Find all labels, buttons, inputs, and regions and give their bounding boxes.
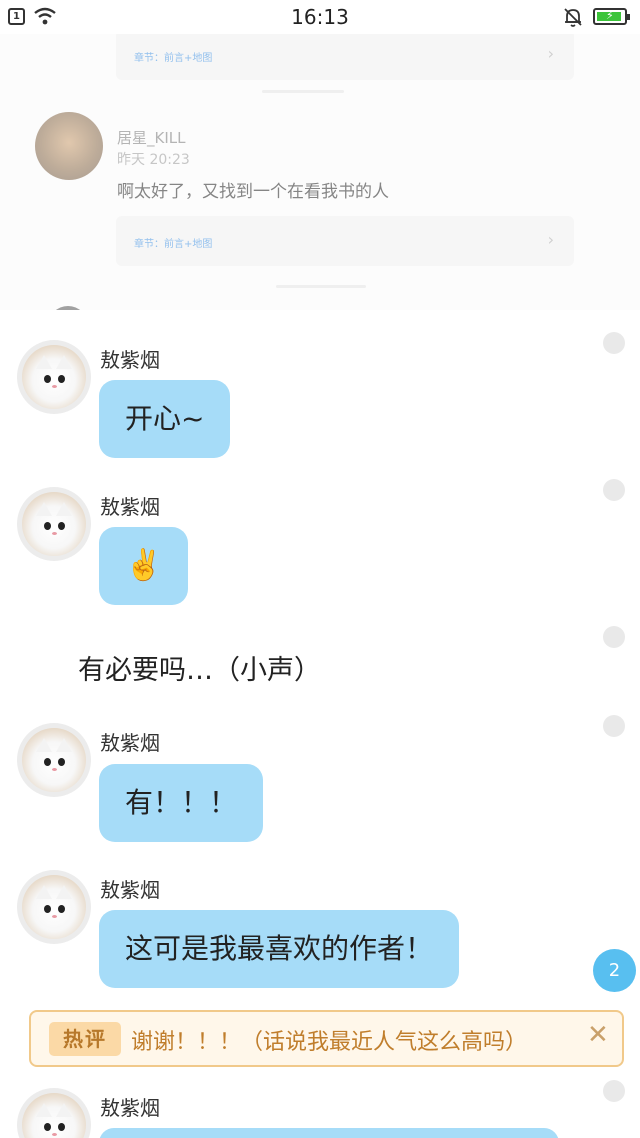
hot-comment-text: 谢谢！！！（话说我最近人气这么高吗） bbox=[131, 1030, 528, 1055]
commenter-avatar[interactable] bbox=[35, 112, 103, 180]
divider bbox=[276, 285, 366, 288]
comment-dot-button[interactable] bbox=[603, 715, 625, 737]
comment-count-badge[interactable]: 2 bbox=[593, 949, 636, 992]
chapter-link-card[interactable]: 章节：前言+地图 › bbox=[116, 216, 574, 266]
message-bubble[interactable] bbox=[99, 1128, 559, 1138]
sender-name: 敖紫烟 bbox=[100, 731, 160, 755]
message-bubble[interactable]: 开心~ bbox=[99, 380, 231, 458]
chapter-link-text: 章节：前言+地图 bbox=[134, 53, 213, 64]
book-comments-background: 章节：前言+地图 › 居星_KILL 昨天 20:23 啊太好了，又找到一个在看… bbox=[0, 30, 640, 326]
status-bar: 1 16:13 ⚡ bbox=[0, 0, 640, 34]
narration-text[interactable]: 有必要吗…（小声） bbox=[78, 648, 321, 687]
chevron-right-icon: › bbox=[547, 230, 554, 249]
avatar[interactable] bbox=[17, 487, 91, 561]
battery-charging-icon: ⚡ bbox=[593, 8, 630, 25]
divider bbox=[262, 90, 344, 93]
commenter-username: 居星_KILL bbox=[117, 129, 186, 147]
comment-dot-button[interactable] bbox=[603, 332, 625, 354]
mute-bell-icon bbox=[564, 8, 582, 27]
comment-time: 昨天 20:23 bbox=[117, 152, 190, 168]
sender-name: 敖紫烟 bbox=[100, 348, 160, 372]
sender-name: 敖紫烟 bbox=[100, 495, 160, 519]
chapter-link-text: 章节：前言+地图 bbox=[134, 239, 213, 250]
sender-name: 敖紫烟 bbox=[100, 878, 160, 902]
close-icon[interactable]: ✕ bbox=[587, 1020, 609, 1050]
comment-dot-button[interactable] bbox=[603, 626, 625, 648]
avatar[interactable] bbox=[17, 340, 91, 414]
chevron-right-icon: › bbox=[547, 44, 554, 63]
comment-text: 啊太好了，又找到一个在看我书的人 bbox=[117, 182, 389, 202]
chapter-link-card[interactable]: 章节：前言+地图 › bbox=[116, 30, 574, 80]
comment-dot-button[interactable] bbox=[603, 1080, 625, 1102]
comment-dot-button[interactable] bbox=[603, 479, 625, 501]
sender-name: 敖紫烟 bbox=[100, 1096, 160, 1120]
avatar[interactable] bbox=[17, 723, 91, 797]
avatar[interactable] bbox=[17, 870, 91, 944]
message-bubble[interactable]: ✌️ bbox=[99, 527, 189, 605]
status-time: 16:13 bbox=[291, 5, 349, 29]
avatar[interactable] bbox=[17, 1088, 91, 1138]
message-bubble[interactable]: 这可是我最喜欢的作者！ bbox=[99, 910, 460, 988]
hot-comment-tag: 热评 bbox=[49, 1022, 121, 1056]
chat-story-screen: 1 16:13 ⚡ 章节：前言+地图 › 居星_KILL 昨天 20:23 啊太… bbox=[0, 0, 640, 1138]
hot-comment-bar[interactable]: 热评 谢谢！！！（话说我最近人气这么高吗） ✕ bbox=[29, 1010, 624, 1067]
message-bubble[interactable]: 有！！！ bbox=[99, 764, 264, 842]
